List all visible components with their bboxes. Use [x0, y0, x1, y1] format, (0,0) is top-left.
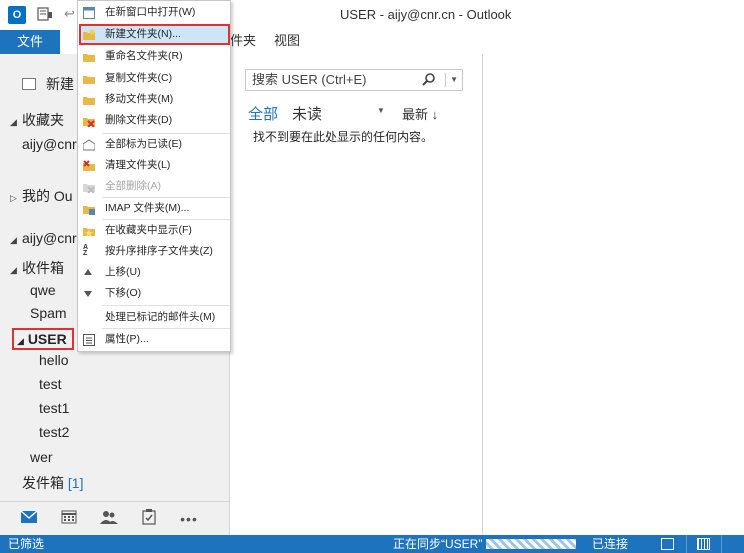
new-email-label: 新建 [46, 76, 74, 92]
calendar-icon[interactable] [58, 509, 80, 529]
folder-context-menu: 在新窗口中打开(W) 新建文件夹(N)... 重命名文件夹(R) 复制文件夹(C… [77, 0, 231, 352]
send-receive-icon[interactable] [36, 6, 54, 24]
status-connected: 已连接 [592, 537, 629, 551]
menu-copy-folder[interactable]: 复制文件夹(C) [79, 68, 230, 89]
delete-all-icon [83, 180, 95, 194]
clean-folder-icon [83, 159, 95, 171]
move-up-icon [84, 269, 92, 275]
folder-hello[interactable]: hello [39, 352, 69, 368]
status-bar: 已筛选 正在同步“USER” 已连接 [0, 535, 744, 553]
expand-triangle-icon: ◢ [17, 336, 24, 346]
menu-rename-folder[interactable]: 重命名文件夹(R) [79, 46, 230, 67]
status-syncing: 正在同步“USER” [393, 537, 483, 551]
expand-triangle-icon: ◢ [10, 235, 17, 245]
search-icon[interactable] [422, 72, 436, 86]
reading-pane [484, 54, 744, 535]
menu-separator [102, 305, 230, 306]
folder-test2[interactable]: test2 [39, 424, 69, 440]
collapse-triangle-icon: ▷ [10, 193, 17, 203]
status-separator [721, 535, 722, 553]
empty-list-message: 找不到要在此处显示的任何内容。 [253, 130, 434, 144]
search-placeholder: 搜索 USER (Ctrl+E) [252, 72, 367, 87]
rename-folder-icon [83, 50, 95, 62]
filter-all[interactable]: 全部 [248, 103, 278, 124]
delete-folder-icon [83, 114, 95, 128]
favorites-header[interactable]: ◢ 收藏夹 [10, 110, 64, 130]
more-icon[interactable]: ••• [178, 509, 200, 529]
window-title: USER - aijy@cnr.cn - Outlook [340, 7, 512, 22]
folder-outbox[interactable]: 发件箱 [1] [22, 473, 83, 493]
imap-folder-icon [83, 202, 95, 215]
sort-newest[interactable]: 最新 ↓ [402, 104, 438, 123]
tab-folder[interactable]: 件夹 [230, 30, 256, 54]
menu-mark-all-read[interactable]: 全部标为已读(E) [79, 134, 230, 155]
favorite-star-icon [83, 224, 95, 237]
tab-file[interactable]: 文件 [0, 30, 60, 54]
expand-triangle-icon: ◢ [10, 117, 17, 127]
menu-show-in-favorites[interactable]: 在收藏夹中显示(F) [79, 220, 230, 241]
my-outlook-header[interactable]: ▷ 我的 Ou [10, 186, 73, 206]
menu-sort-subfolders[interactable]: AZ 按升序排序子文件夹(Z) [79, 241, 230, 262]
copy-folder-icon [83, 72, 95, 84]
new-folder-icon [83, 28, 95, 40]
outlook-app-icon[interactable]: O [8, 6, 26, 24]
account-header[interactable]: ◢ aijy@cnr [10, 230, 77, 246]
menu-move-down[interactable]: 下移(O) [79, 283, 230, 304]
people-icon[interactable] [98, 509, 120, 529]
folder-test[interactable]: test [39, 376, 62, 392]
mail-icon[interactable] [18, 509, 40, 529]
folder-spam[interactable]: Spam [30, 305, 67, 321]
filter-dropdown-icon[interactable]: ▼ [377, 106, 385, 115]
sync-progress-bar [486, 539, 576, 549]
folder-wer[interactable]: wer [30, 449, 53, 465]
folder-test1[interactable]: test1 [39, 400, 69, 416]
search-separator [445, 73, 446, 87]
move-down-icon [84, 291, 92, 297]
menu-new-folder[interactable]: 新建文件夹(N)... [79, 24, 230, 45]
favorites-account[interactable]: aijy@cnr. [22, 136, 80, 152]
menu-clean-folder[interactable]: 清理文件夹(L) [79, 155, 230, 176]
tab-view[interactable]: 视图 [274, 30, 300, 54]
filter-unread[interactable]: 未读 [292, 103, 322, 124]
reading-view-icon[interactable] [697, 538, 710, 550]
new-email-icon [22, 78, 36, 90]
status-filtered: 已筛选 [8, 537, 45, 551]
menu-move-folder[interactable]: 移动文件夹(M) [79, 89, 230, 110]
search-input[interactable]: 搜索 USER (Ctrl+E) ▼ [245, 69, 463, 91]
open-window-icon [83, 6, 95, 19]
folder-qwe[interactable]: qwe [30, 282, 56, 298]
mark-read-icon [82, 138, 96, 151]
properties-icon [83, 333, 95, 346]
menu-open-new-window[interactable]: 在新窗口中打开(W) [79, 2, 230, 23]
menu-imap-folders[interactable]: IMAP 文件夹(M)... [79, 198, 230, 219]
move-folder-icon [83, 93, 95, 105]
menu-properties[interactable]: 属性(P)... [79, 329, 230, 350]
undo-arrow-icon[interactable]: ↩ [64, 5, 78, 23]
status-separator [686, 535, 687, 553]
new-email-button[interactable]: 新建 [22, 74, 74, 94]
folder-user[interactable]: ◢ USER [12, 328, 74, 350]
menu-move-up[interactable]: 上移(U) [79, 262, 230, 283]
menu-process-headers[interactable]: 处理已标记的邮件头(M) [79, 307, 230, 328]
menu-delete-all: 全部删除(A) [79, 176, 230, 197]
normal-view-icon[interactable] [661, 538, 674, 550]
menu-delete-folder[interactable]: 删除文件夹(D) [79, 110, 230, 131]
sort-az-icon: AZ [83, 244, 89, 257]
module-switcher: ••• [0, 501, 230, 535]
tasks-icon[interactable] [138, 509, 160, 529]
outbox-count: [1] [67, 475, 84, 491]
folder-inbox[interactable]: ◢ 收件箱 [10, 258, 64, 278]
expand-triangle-icon: ◢ [10, 265, 17, 275]
message-list-pane: 搜索 USER (Ctrl+E) ▼ 全部 未读 ▼ 最新 ↓ 找不到要在此处显… [231, 54, 483, 535]
search-scope-dropdown-icon[interactable]: ▼ [450, 70, 458, 90]
